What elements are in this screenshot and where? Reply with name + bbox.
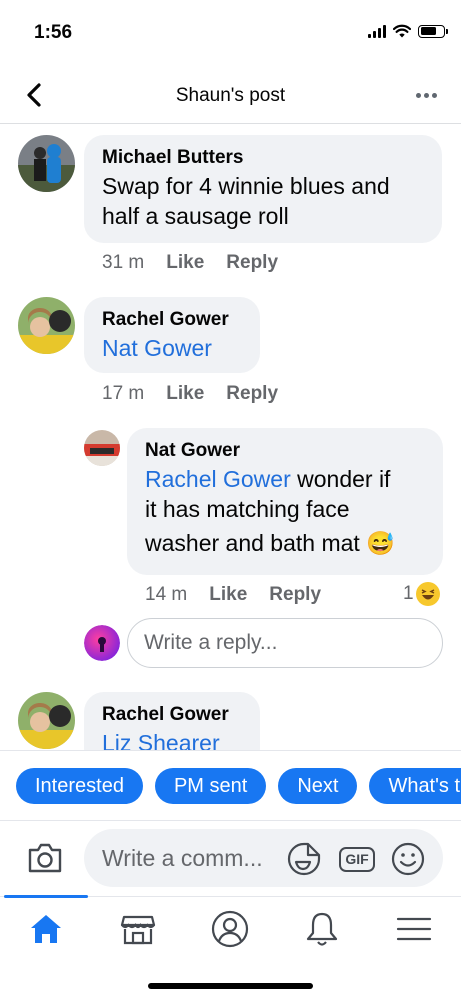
- avatar[interactable]: [18, 692, 75, 749]
- comment-text-line: Rachel Gower wonder if: [145, 464, 425, 494]
- profile-icon: [211, 910, 249, 948]
- reply-input[interactable]: [144, 631, 426, 655]
- comment-text-line: Swap for 4 winnie blues and: [102, 173, 390, 199]
- reply-field[interactable]: [127, 618, 443, 668]
- comment: Michael Butters Swap for 4 winnie blues …: [0, 125, 461, 285]
- mention-link[interactable]: Rachel Gower: [145, 466, 291, 492]
- grinning-sweat-emoji: 😅: [366, 530, 395, 556]
- comment-bubble[interactable]: Rachel Gower Nat Gower: [84, 297, 260, 373]
- reaction-count: 1: [403, 583, 414, 604]
- camera-button[interactable]: [26, 840, 64, 876]
- reply-comment: Nat Gower Rachel Gower wonder if it has …: [0, 425, 461, 615]
- mention-link[interactable]: Liz Shearer: [102, 728, 242, 750]
- comment-composer: GIF: [0, 820, 461, 896]
- comment-field[interactable]: GIF: [84, 829, 443, 887]
- comment-text-fragment: washer and bath mat: [145, 530, 360, 556]
- post-header: Shaun's post: [0, 66, 461, 124]
- like-button[interactable]: Like: [166, 383, 204, 405]
- reply-button[interactable]: Reply: [226, 252, 278, 274]
- menu-icon: [396, 917, 432, 941]
- emoji-icon[interactable]: [390, 841, 426, 877]
- comment-time: 31 m: [102, 252, 145, 273]
- marketplace-icon: [120, 915, 156, 945]
- comment-actions: 14 m Like Reply: [145, 584, 321, 606]
- quick-reply-chips: Interested PM sent Next What's t: [16, 768, 461, 804]
- comment-input[interactable]: [102, 844, 292, 872]
- comment-bubble[interactable]: Michael Butters Swap for 4 winnie blues …: [84, 135, 442, 243]
- comment-bubble[interactable]: Nat Gower Rachel Gower wonder if it has …: [127, 428, 443, 575]
- comment-actions: 31 m Like Reply: [102, 252, 278, 274]
- nav-profile[interactable]: [210, 909, 250, 949]
- comment-list[interactable]: Michael Butters Swap for 4 winnie blues …: [0, 125, 461, 750]
- comment-text-line: half a sausage roll: [102, 203, 289, 229]
- avatar[interactable]: [18, 135, 75, 192]
- commenter-name[interactable]: Nat Gower: [145, 438, 425, 464]
- mention-link[interactable]: Nat Gower: [102, 333, 242, 363]
- comment-text-fragment: wonder if: [290, 466, 391, 492]
- more-options-button[interactable]: [411, 80, 441, 110]
- cellular-signal-icon: [368, 24, 386, 38]
- comment-time: 17 m: [102, 383, 145, 404]
- page-title: Shaun's post: [175, 85, 286, 106]
- home-icon: [31, 915, 61, 943]
- more-horizontal-icon: [415, 92, 421, 98]
- comment-text-line: washer and bath mat 😅: [145, 528, 425, 558]
- nav-marketplace[interactable]: [118, 909, 158, 949]
- gif-icon: GIF: [339, 846, 375, 872]
- commenter-name[interactable]: Michael Butters: [102, 145, 424, 171]
- comment: Rachel Gower Liz Shearer: [0, 685, 461, 750]
- notifications-icon: [306, 912, 338, 946]
- active-tab-indicator: [4, 895, 88, 898]
- home-indicator: [148, 983, 313, 989]
- commenter-name[interactable]: Rachel Gower: [102, 702, 242, 728]
- comment-text-line: it has matching face: [145, 496, 350, 522]
- sticker-icon[interactable]: [286, 841, 322, 877]
- haha-reaction-icon: [415, 582, 440, 606]
- gif-button[interactable]: GIF: [339, 841, 375, 877]
- like-button[interactable]: Like: [166, 252, 204, 274]
- comment: Rachel Gower Nat Gower 17 m Like Reply: [0, 295, 461, 415]
- quick-reply-chip[interactable]: What's t: [369, 768, 461, 804]
- avatar[interactable]: [18, 297, 75, 354]
- quick-reply-chip[interactable]: Next: [278, 768, 358, 804]
- reply-button[interactable]: Reply: [226, 383, 278, 405]
- commenter-name[interactable]: Rachel Gower: [102, 307, 242, 333]
- battery-icon: [418, 24, 448, 38]
- status-time: 1:56: [34, 22, 73, 43]
- comment-time: 14 m: [145, 584, 188, 605]
- quick-reply-chip[interactable]: Interested: [16, 768, 143, 804]
- reaction-summary[interactable]: 1: [403, 582, 440, 606]
- quick-reply-chip[interactable]: PM sent: [154, 768, 267, 804]
- my-avatar: [84, 625, 120, 661]
- nav-menu[interactable]: [394, 909, 434, 949]
- status-bar: 1:56: [0, 0, 461, 66]
- comment-actions: 17 m Like Reply: [102, 383, 278, 405]
- avatar[interactable]: [84, 430, 120, 466]
- nav-notifications[interactable]: [302, 909, 342, 949]
- wifi-icon: [393, 24, 411, 38]
- camera-icon: [28, 843, 62, 873]
- like-button[interactable]: Like: [209, 584, 247, 606]
- reply-button[interactable]: Reply: [269, 584, 321, 606]
- status-icons: [368, 24, 448, 38]
- quick-replies-bar: Interested PM sent Next What's t: [0, 750, 461, 820]
- comment-bubble[interactable]: Rachel Gower Liz Shearer: [84, 692, 260, 750]
- nav-home[interactable]: [26, 909, 66, 949]
